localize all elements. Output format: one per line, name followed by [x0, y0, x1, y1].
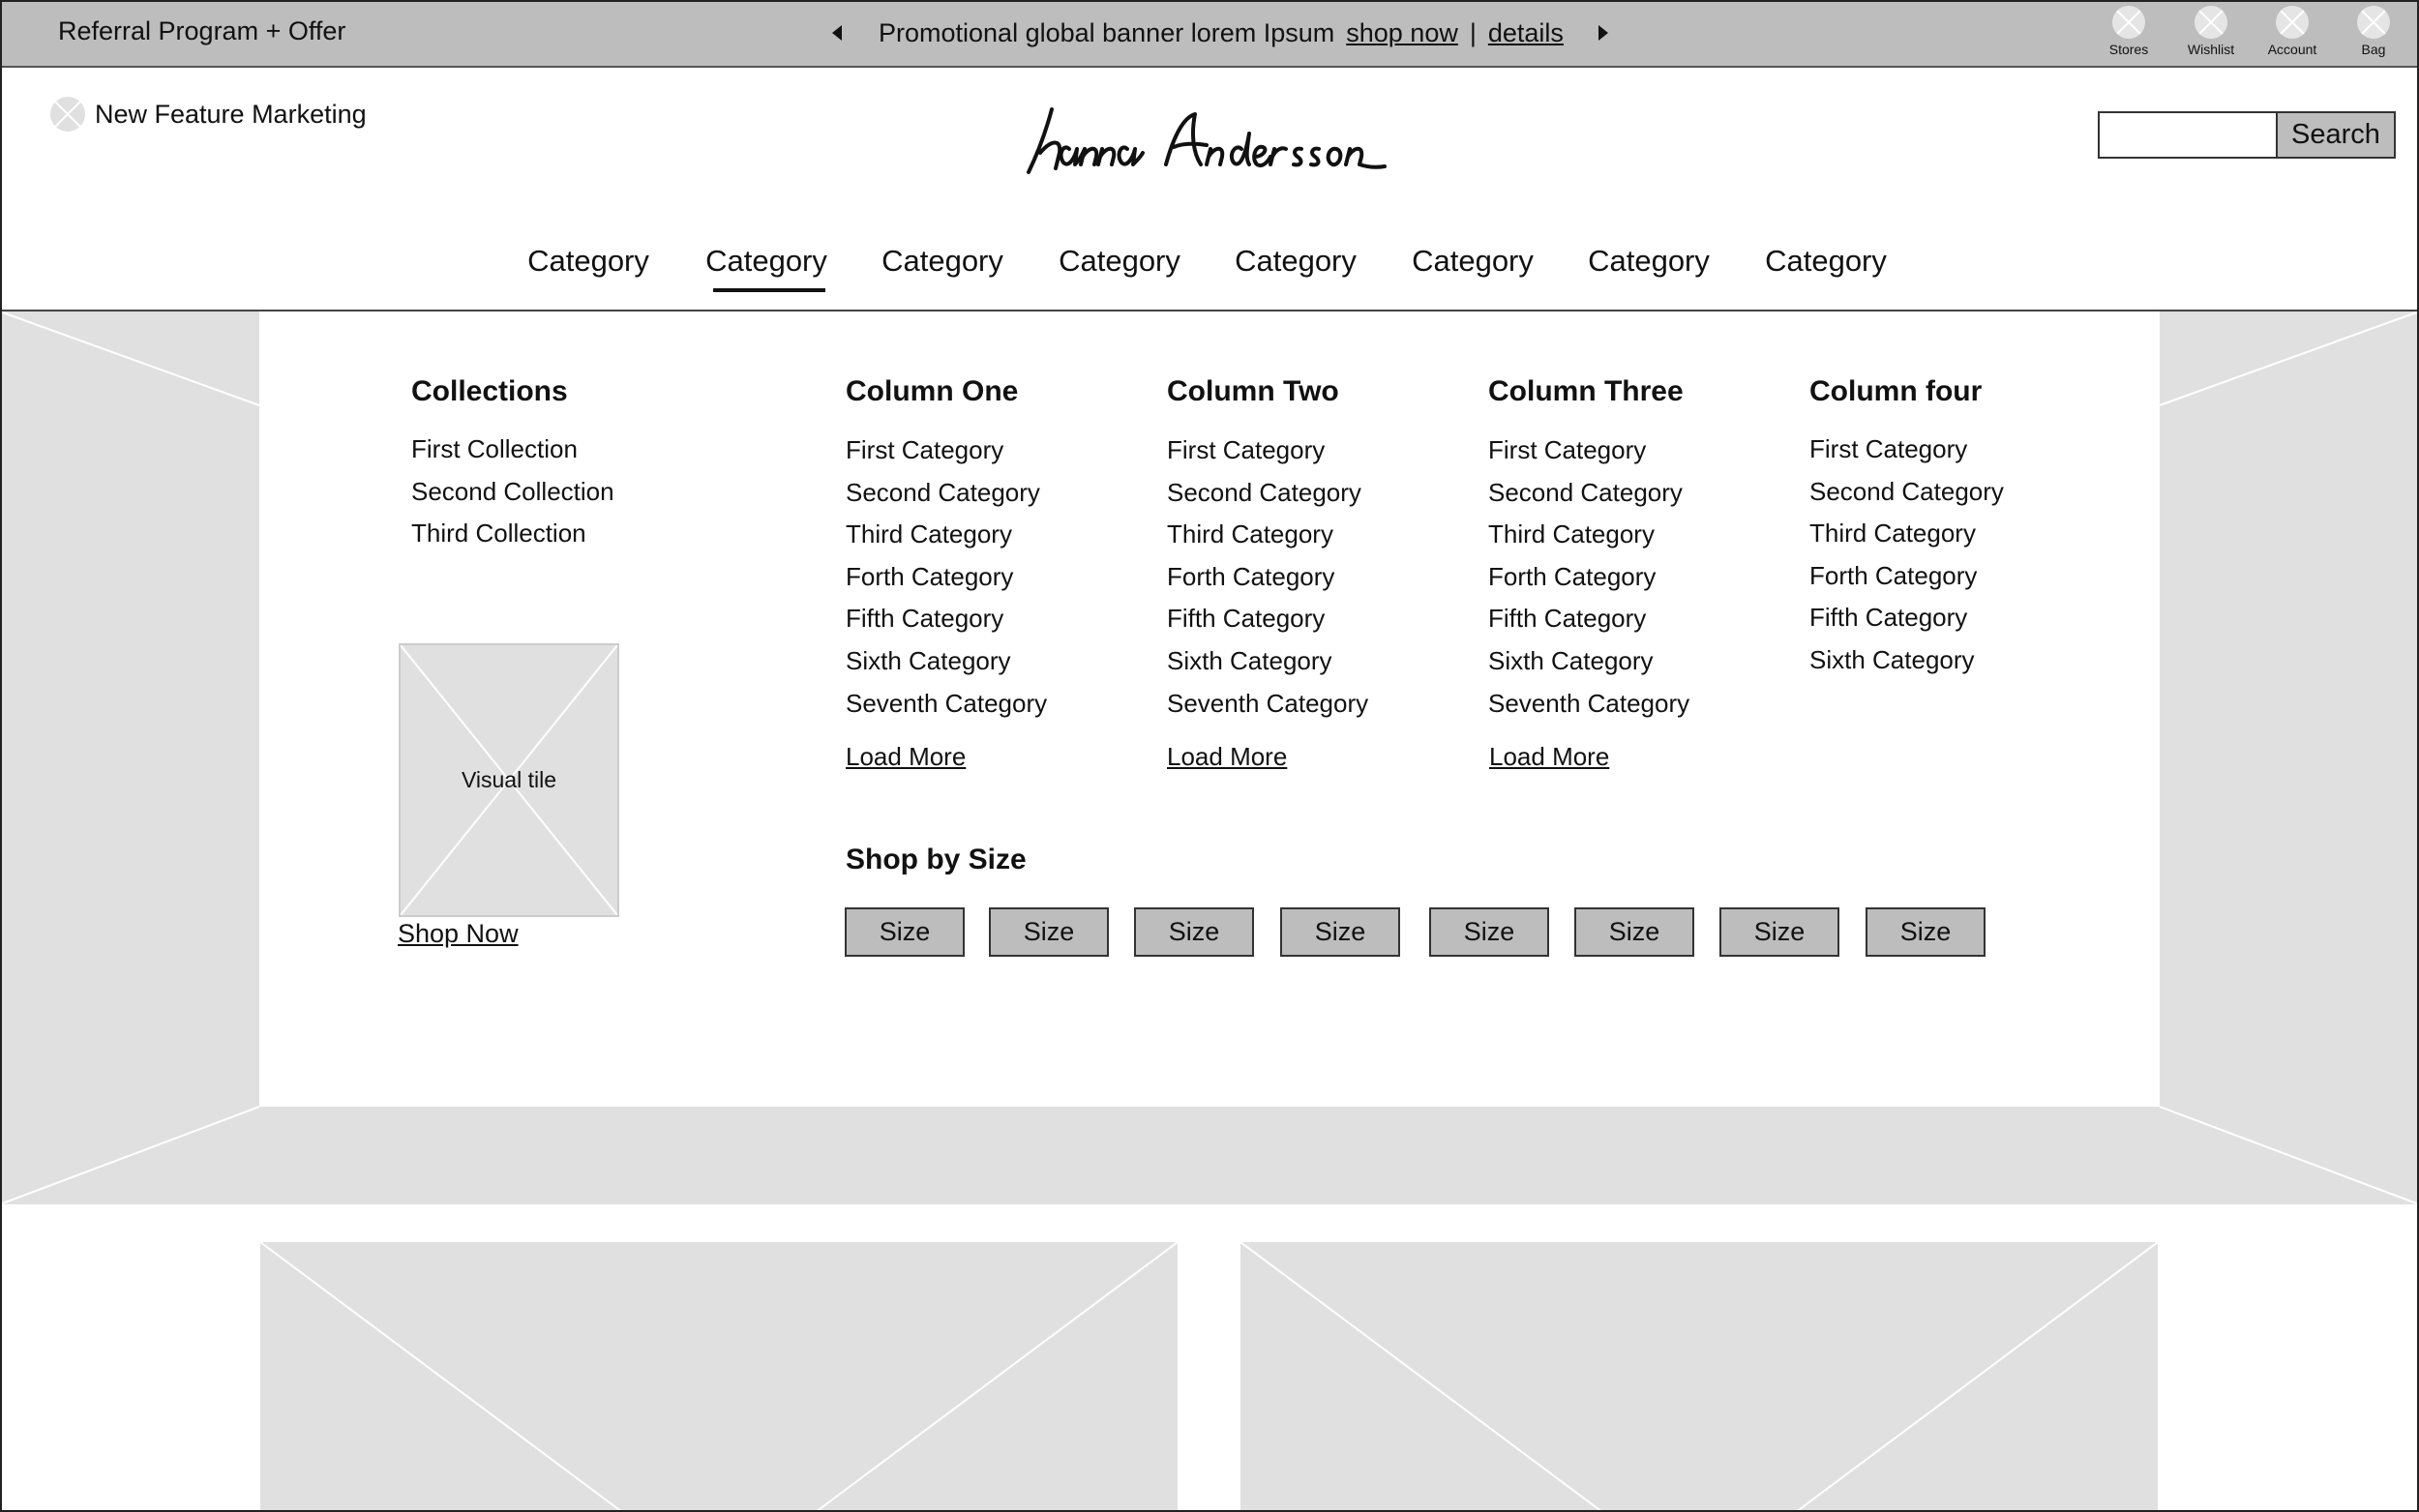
promo-banner: Promotional global banner lorem Ipsum sh…: [832, 15, 1608, 50]
category-link[interactable]: Second Category: [1809, 476, 2004, 519]
bag-label: Bag: [2361, 42, 2386, 57]
visual-tile-shop-now-link[interactable]: Shop Now: [398, 919, 519, 949]
category-link[interactable]: Seventh Category: [1488, 688, 1689, 730]
account-label: Account: [2267, 42, 2317, 57]
category-link[interactable]: First Category: [1167, 434, 1368, 477]
size-button[interactable]: Size: [1574, 907, 1694, 957]
collections-heading: Collections: [411, 375, 568, 407]
stores-icon: [2112, 6, 2145, 39]
category-link[interactable]: Forth Category: [846, 561, 1047, 604]
category-link[interactable]: Sixth Category: [1809, 644, 2004, 687]
size-button[interactable]: Size: [989, 907, 1109, 957]
wishlist-icon: [2195, 6, 2227, 39]
category-link[interactable]: Second Category: [1488, 477, 1689, 519]
category-link[interactable]: Forth Category: [1809, 560, 2004, 603]
category-link[interactable]: Forth Category: [1167, 561, 1368, 604]
visual-tile-label: Visual tile: [461, 767, 557, 792]
nav-category-1[interactable]: Category: [516, 244, 661, 279]
column-two-load-more[interactable]: Load More: [1167, 742, 1287, 772]
search-input[interactable]: [2098, 111, 2278, 159]
size-button[interactable]: Size: [1134, 907, 1254, 957]
category-link[interactable]: Third Category: [1167, 519, 1368, 561]
promo-text: Promotional global banner lorem Ipsum: [879, 17, 1335, 47]
column-three-list: First Category Second Category Third Cat…: [1488, 434, 1689, 729]
column-one-load-more[interactable]: Load More: [846, 742, 966, 772]
category-link[interactable]: Fifth Category: [1167, 603, 1368, 645]
collection-link[interactable]: Third Collection: [411, 518, 614, 560]
category-link[interactable]: Fifth Category: [1488, 603, 1689, 645]
stores-link[interactable]: Stores: [2095, 6, 2163, 57]
size-button[interactable]: Size: [1866, 907, 1986, 957]
content-tile-right[interactable]: [1240, 1242, 2158, 1512]
column-two-list: First Category Second Category Third Cat…: [1167, 434, 1368, 729]
category-link[interactable]: Seventh Category: [1167, 688, 1368, 730]
promo-separator: |: [1469, 17, 1477, 47]
nav-category-6[interactable]: Category: [1400, 244, 1545, 279]
category-nav: Category Category Category Category Cate…: [0, 244, 2419, 292]
wishlist-label: Wishlist: [2187, 42, 2235, 57]
column-one-heading: Column One: [846, 375, 1019, 407]
feature-placeholder-icon: [50, 97, 85, 132]
size-button[interactable]: Size: [1719, 907, 1839, 957]
brand-logo[interactable]: [1021, 104, 1398, 182]
category-link[interactable]: Sixth Category: [1167, 645, 1368, 688]
category-link[interactable]: Sixth Category: [846, 645, 1047, 688]
category-link[interactable]: Forth Category: [1488, 561, 1689, 604]
search-button[interactable]: Search: [2276, 111, 2396, 159]
new-feature-marketing[interactable]: New Feature Marketing: [50, 97, 367, 132]
account-link[interactable]: Account: [2258, 6, 2326, 57]
nav-category-7[interactable]: Category: [1576, 244, 1721, 279]
category-link[interactable]: Second Category: [1167, 477, 1368, 519]
column-two-heading: Column Two: [1167, 375, 1339, 407]
global-banner: Referral Program + Offer Promotional glo…: [0, 0, 2419, 68]
collection-link[interactable]: First Collection: [411, 433, 614, 476]
bag-link[interactable]: Bag: [2340, 6, 2407, 57]
hanna-andersson-signature-icon: [1027, 107, 1387, 174]
collection-link[interactable]: Second Collection: [411, 476, 614, 519]
category-link[interactable]: Third Category: [1809, 518, 2004, 560]
category-link[interactable]: Third Category: [846, 519, 1047, 561]
nav-category-4[interactable]: Category: [1047, 244, 1192, 279]
category-link[interactable]: Third Category: [1488, 519, 1689, 561]
column-four-list: First Category Second Category Third Cat…: [1809, 433, 2004, 687]
nav-category-8[interactable]: Category: [1753, 244, 1898, 279]
account-icon: [2276, 6, 2309, 39]
category-link[interactable]: Fifth Category: [846, 603, 1047, 645]
nav-category-5[interactable]: Category: [1223, 244, 1368, 279]
visual-tile-image[interactable]: Visual tile: [399, 643, 619, 917]
nav-category-3[interactable]: Category: [870, 244, 1015, 279]
content-tile-left[interactable]: [260, 1242, 1178, 1512]
stores-label: Stores: [2108, 42, 2149, 57]
new-feature-label: New Feature Marketing: [95, 99, 367, 129]
banner-next-arrow-icon[interactable]: [1598, 25, 1608, 41]
category-link[interactable]: Second Category: [846, 477, 1047, 519]
shop-by-size-heading: Shop by Size: [846, 844, 1027, 875]
category-link[interactable]: First Category: [1488, 434, 1689, 477]
promo-shop-now-link[interactable]: shop now: [1346, 18, 1458, 48]
column-four-heading: Column four: [1809, 375, 1983, 407]
column-one-list: First Category Second Category Third Cat…: [846, 434, 1047, 729]
category-link[interactable]: Seventh Category: [846, 688, 1047, 730]
column-three-load-more[interactable]: Load More: [1489, 742, 1609, 772]
referral-offer-link[interactable]: Referral Program + Offer: [58, 16, 345, 46]
collections-list: First Collection Second Collection Third…: [411, 433, 614, 560]
column-three-heading: Column Three: [1488, 375, 1684, 407]
size-button[interactable]: Size: [1280, 907, 1400, 957]
promo-details-link[interactable]: details: [1488, 18, 1564, 48]
category-link[interactable]: First Category: [1809, 433, 2004, 476]
bag-icon: [2357, 6, 2390, 39]
size-button[interactable]: Size: [845, 907, 965, 957]
category-link[interactable]: First Category: [846, 434, 1047, 477]
category-link[interactable]: Fifth Category: [1809, 602, 2004, 644]
size-button[interactable]: Size: [1429, 907, 1549, 957]
nav-category-2-active[interactable]: Category: [694, 244, 839, 292]
wishlist-link[interactable]: Wishlist: [2177, 6, 2245, 57]
banner-prev-arrow-icon[interactable]: [832, 25, 842, 41]
category-link[interactable]: Sixth Category: [1488, 645, 1689, 688]
